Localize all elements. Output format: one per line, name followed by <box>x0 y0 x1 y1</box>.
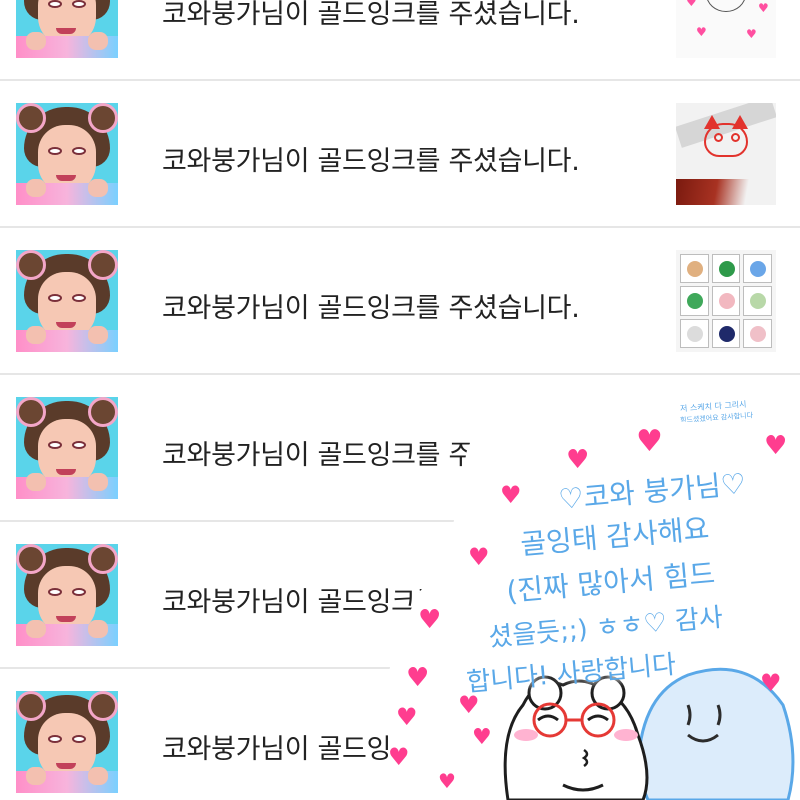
user-avatar[interactable] <box>16 397 118 499</box>
notification-row[interactable]: 코와붕가님이 골드잉크를 주셨습니다. <box>0 522 800 669</box>
gold-ink-notification-list: 코와붕가님이 골드잉크를 주셨습니다. ♥ ♥ ♥ ♥ ♥ 코와붕가님이 골드잉… <box>0 0 800 800</box>
notification-row[interactable]: 코와붕가님이 골드잉크를 주셨습니다. <box>0 669 800 800</box>
artwork-thumbnail[interactable] <box>676 250 776 352</box>
artwork-thumbnail[interactable] <box>676 103 776 205</box>
notification-message: 코와붕가님이 골드잉크를 주셨습니다. <box>162 734 580 765</box>
user-avatar[interactable] <box>16 250 118 352</box>
artwork-thumbnail[interactable]: ♥ ♥ ♥ ♥ ♥ <box>676 0 776 58</box>
user-avatar[interactable] <box>16 103 118 205</box>
notification-row[interactable]: 코와붕가님이 골드잉크를 주셨습니다. <box>0 81 800 228</box>
notification-message: 코와붕가님이 골드잉크를 주셨습니다. <box>162 0 580 30</box>
notification-message: 코와붕가님이 골드잉크를 주셨습니다. <box>162 440 580 471</box>
artwork-thumbnail[interactable]: 저 스케치 다 그리시 힘드셨겠어요 감사합니다 <box>676 397 776 499</box>
notification-row[interactable]: 코와붕가님이 골드잉크를 주셨습니다. <box>0 228 800 375</box>
notification-message: 코와붕가님이 골드잉크를 주셨습니다. <box>162 587 580 618</box>
notification-message: 코와붕가님이 골드잉크를 주셨습니다. <box>162 146 580 177</box>
notification-row[interactable]: 코와붕가님이 골드잉크를 주셨습니다. ♥ ♥ ♥ ♥ ♥ <box>0 0 800 81</box>
user-avatar[interactable] <box>16 691 118 793</box>
user-avatar[interactable] <box>16 0 118 58</box>
user-avatar[interactable] <box>16 544 118 646</box>
notification-row[interactable]: 코와붕가님이 골드잉크를 주셨습니다. 저 스케치 다 그리시 힘드셨겠어요 감… <box>0 375 800 522</box>
notification-message: 코와붕가님이 골드잉크를 주셨습니다. <box>162 293 580 324</box>
